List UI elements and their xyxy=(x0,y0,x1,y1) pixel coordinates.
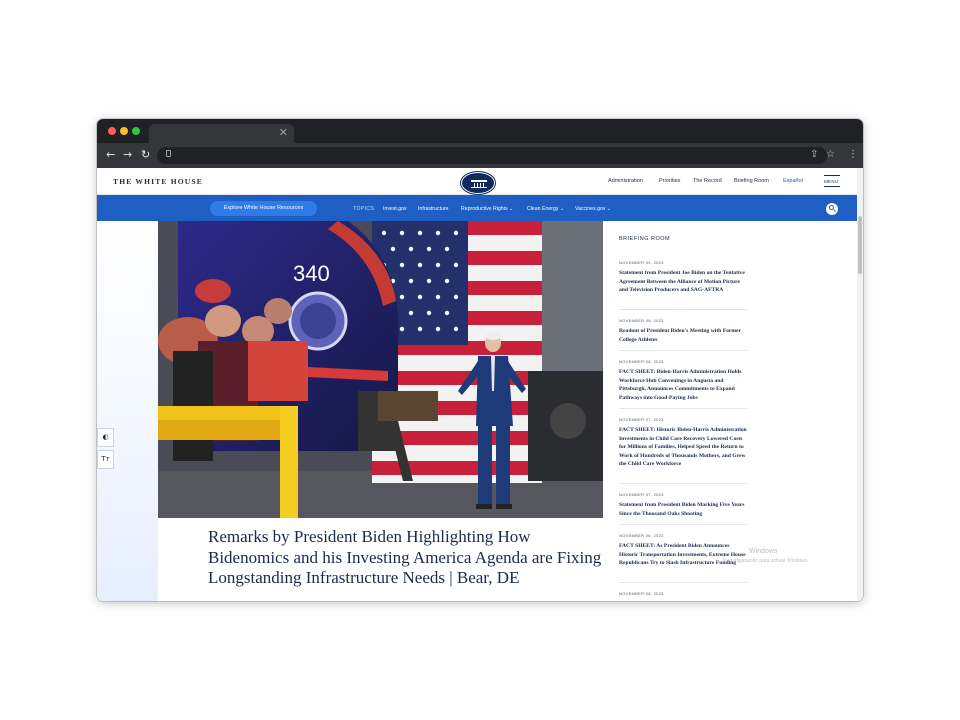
bookmark-star-icon[interactable]: ☆ xyxy=(826,148,835,162)
divider xyxy=(619,309,747,310)
briefing-item[interactable]: NOVEMBER 07, 2023 Statement from Preside… xyxy=(619,492,747,518)
site-logo-text[interactable]: THE WHITE HOUSE xyxy=(113,177,203,186)
site-header: THE WHITE HOUSE Administration Prioritie… xyxy=(97,168,857,195)
briefing-item[interactable]: NOVEMBER 09, 2023 Statement from Preside… xyxy=(619,260,747,295)
page-viewport: THE WHITE HOUSE Administration Prioritie… xyxy=(97,168,863,601)
white-house-seal-icon[interactable] xyxy=(461,172,495,194)
close-window-icon[interactable] xyxy=(108,127,116,135)
divider xyxy=(619,408,747,409)
menu-label: MENU xyxy=(824,179,839,184)
briefing-link[interactable]: Statement from President Joe Biden on th… xyxy=(619,269,747,295)
text-size-icon[interactable]: Tт xyxy=(97,450,114,469)
briefing-date: NOVEMBER 08, 2023 xyxy=(619,359,664,364)
menu-bar-icon xyxy=(824,175,840,176)
contrast-toggle-icon[interactable]: ◐ xyxy=(97,428,114,447)
chevron-down-icon: ⌄ xyxy=(606,206,612,212)
briefing-link[interactable]: FACT SHEET: Biden-Harris Administration … xyxy=(619,368,747,402)
lock-icon xyxy=(166,150,171,157)
hero-headline[interactable]: Remarks by President Biden Highlighting … xyxy=(208,527,603,589)
divider xyxy=(619,350,747,351)
topics-bar: Explore White House Resources TOPICS: In… xyxy=(97,195,857,221)
browser-titlebar: ✕ xyxy=(97,119,863,143)
briefing-room-panel: BRIEFING ROOM NOVEMBER 09, 2023 Statemen… xyxy=(609,221,757,601)
briefing-item[interactable]: NOVEMBER 08, 2023 FACT SHEET: Biden-Harr… xyxy=(619,359,747,402)
topic-label: Reproductive Rights xyxy=(461,206,508,212)
divider xyxy=(619,582,747,583)
back-icon[interactable]: ← xyxy=(106,148,115,162)
browser-toolbar: ← → ↻ ⇪ ☆ ⋮ xyxy=(97,143,863,168)
train-number: 340 xyxy=(293,261,330,286)
browser-tab[interactable]: ✕ xyxy=(149,124,294,143)
topics-label: TOPICS: xyxy=(353,206,376,212)
maximize-window-icon[interactable] xyxy=(132,127,140,135)
briefing-date: NOVEMBER 08, 2023 xyxy=(619,318,664,323)
topic-label: Vaccines.gov xyxy=(575,206,606,212)
hero-image[interactable]: 340 xyxy=(158,221,603,518)
chevron-down-icon: ⌄ xyxy=(509,206,514,212)
share-icon[interactable]: ⇪ xyxy=(810,148,818,162)
briefing-date: NOVEMBER 07, 2023 xyxy=(619,492,664,497)
nav-the-record[interactable]: The Record xyxy=(693,178,722,184)
forward-icon[interactable]: → xyxy=(123,148,132,162)
briefing-link[interactable]: Statement from President Biden Marking F… xyxy=(619,501,747,518)
search-icon[interactable] xyxy=(826,203,838,215)
topic-invest-gov[interactable]: Invest.gov xyxy=(383,206,407,212)
briefing-item[interactable]: NOVEMBER 08, 2023 Readout of President B… xyxy=(619,318,747,344)
nav-espanol[interactable]: Español xyxy=(783,178,803,184)
divider xyxy=(619,524,747,525)
briefing-link[interactable]: FACT SHEET: Historic Biden-Harris Admini… xyxy=(619,426,747,469)
topic-vaccines-gov[interactable]: Vaccines.gov ⌄ xyxy=(575,206,611,212)
topic-label: Clean Energy xyxy=(527,206,559,212)
page-scrollbar[interactable] xyxy=(857,168,863,601)
left-gutter xyxy=(97,221,158,601)
topic-clean-energy[interactable]: Clean Energy ⌄ xyxy=(527,206,564,212)
menu-button[interactable]: MENU xyxy=(824,175,840,187)
hero-photo: 340 xyxy=(158,221,603,518)
tab-close-icon[interactable]: ✕ xyxy=(279,126,288,140)
windows-activation-subtext: la configuración para activar Windows. xyxy=(723,558,809,564)
explore-resources-button[interactable]: Explore White House Resources xyxy=(210,201,317,216)
divider xyxy=(619,483,747,484)
scrollbar-thumb[interactable] xyxy=(858,216,862,274)
nav-briefing-room[interactable]: Briefing Room xyxy=(734,178,769,184)
nav-priorities[interactable]: Priorities xyxy=(659,178,680,184)
minimize-window-icon[interactable] xyxy=(120,127,128,135)
briefing-date: NOVEMBER 09, 2023 xyxy=(619,260,664,265)
address-bar[interactable] xyxy=(157,147,827,164)
briefing-item[interactable]: NOVEMBER 07, 2023 FACT SHEET: Historic B… xyxy=(619,417,747,469)
topic-infrastructure[interactable]: Infrastructure xyxy=(418,206,449,212)
reload-icon[interactable]: ↻ xyxy=(141,148,150,162)
kebab-menu-icon[interactable]: ⋮ xyxy=(848,148,858,162)
topic-reproductive-rights[interactable]: Reproductive Rights ⌄ xyxy=(461,206,514,212)
briefing-room-title[interactable]: BRIEFING ROOM xyxy=(619,236,670,242)
browser-window: ✕ ← → ↻ ⇪ ☆ ⋮ THE WHITE HOUSE Administra… xyxy=(97,119,863,601)
briefing-date: NOVEMBER 06, 2023 xyxy=(619,591,664,596)
briefing-link[interactable]: Readout of President Biden's Meeting wit… xyxy=(619,327,747,344)
briefing-date: NOVEMBER 07, 2023 xyxy=(619,417,664,422)
menu-bar-icon xyxy=(824,186,840,187)
windows-activation-watermark: Windows xyxy=(749,548,778,555)
nav-administration[interactable]: Administration xyxy=(608,178,643,184)
chevron-down-icon: ⌄ xyxy=(559,206,565,212)
briefing-item[interactable]: NOVEMBER 06, 2023 xyxy=(619,591,747,600)
briefing-date: NOVEMBER 06, 2023 xyxy=(619,533,664,538)
